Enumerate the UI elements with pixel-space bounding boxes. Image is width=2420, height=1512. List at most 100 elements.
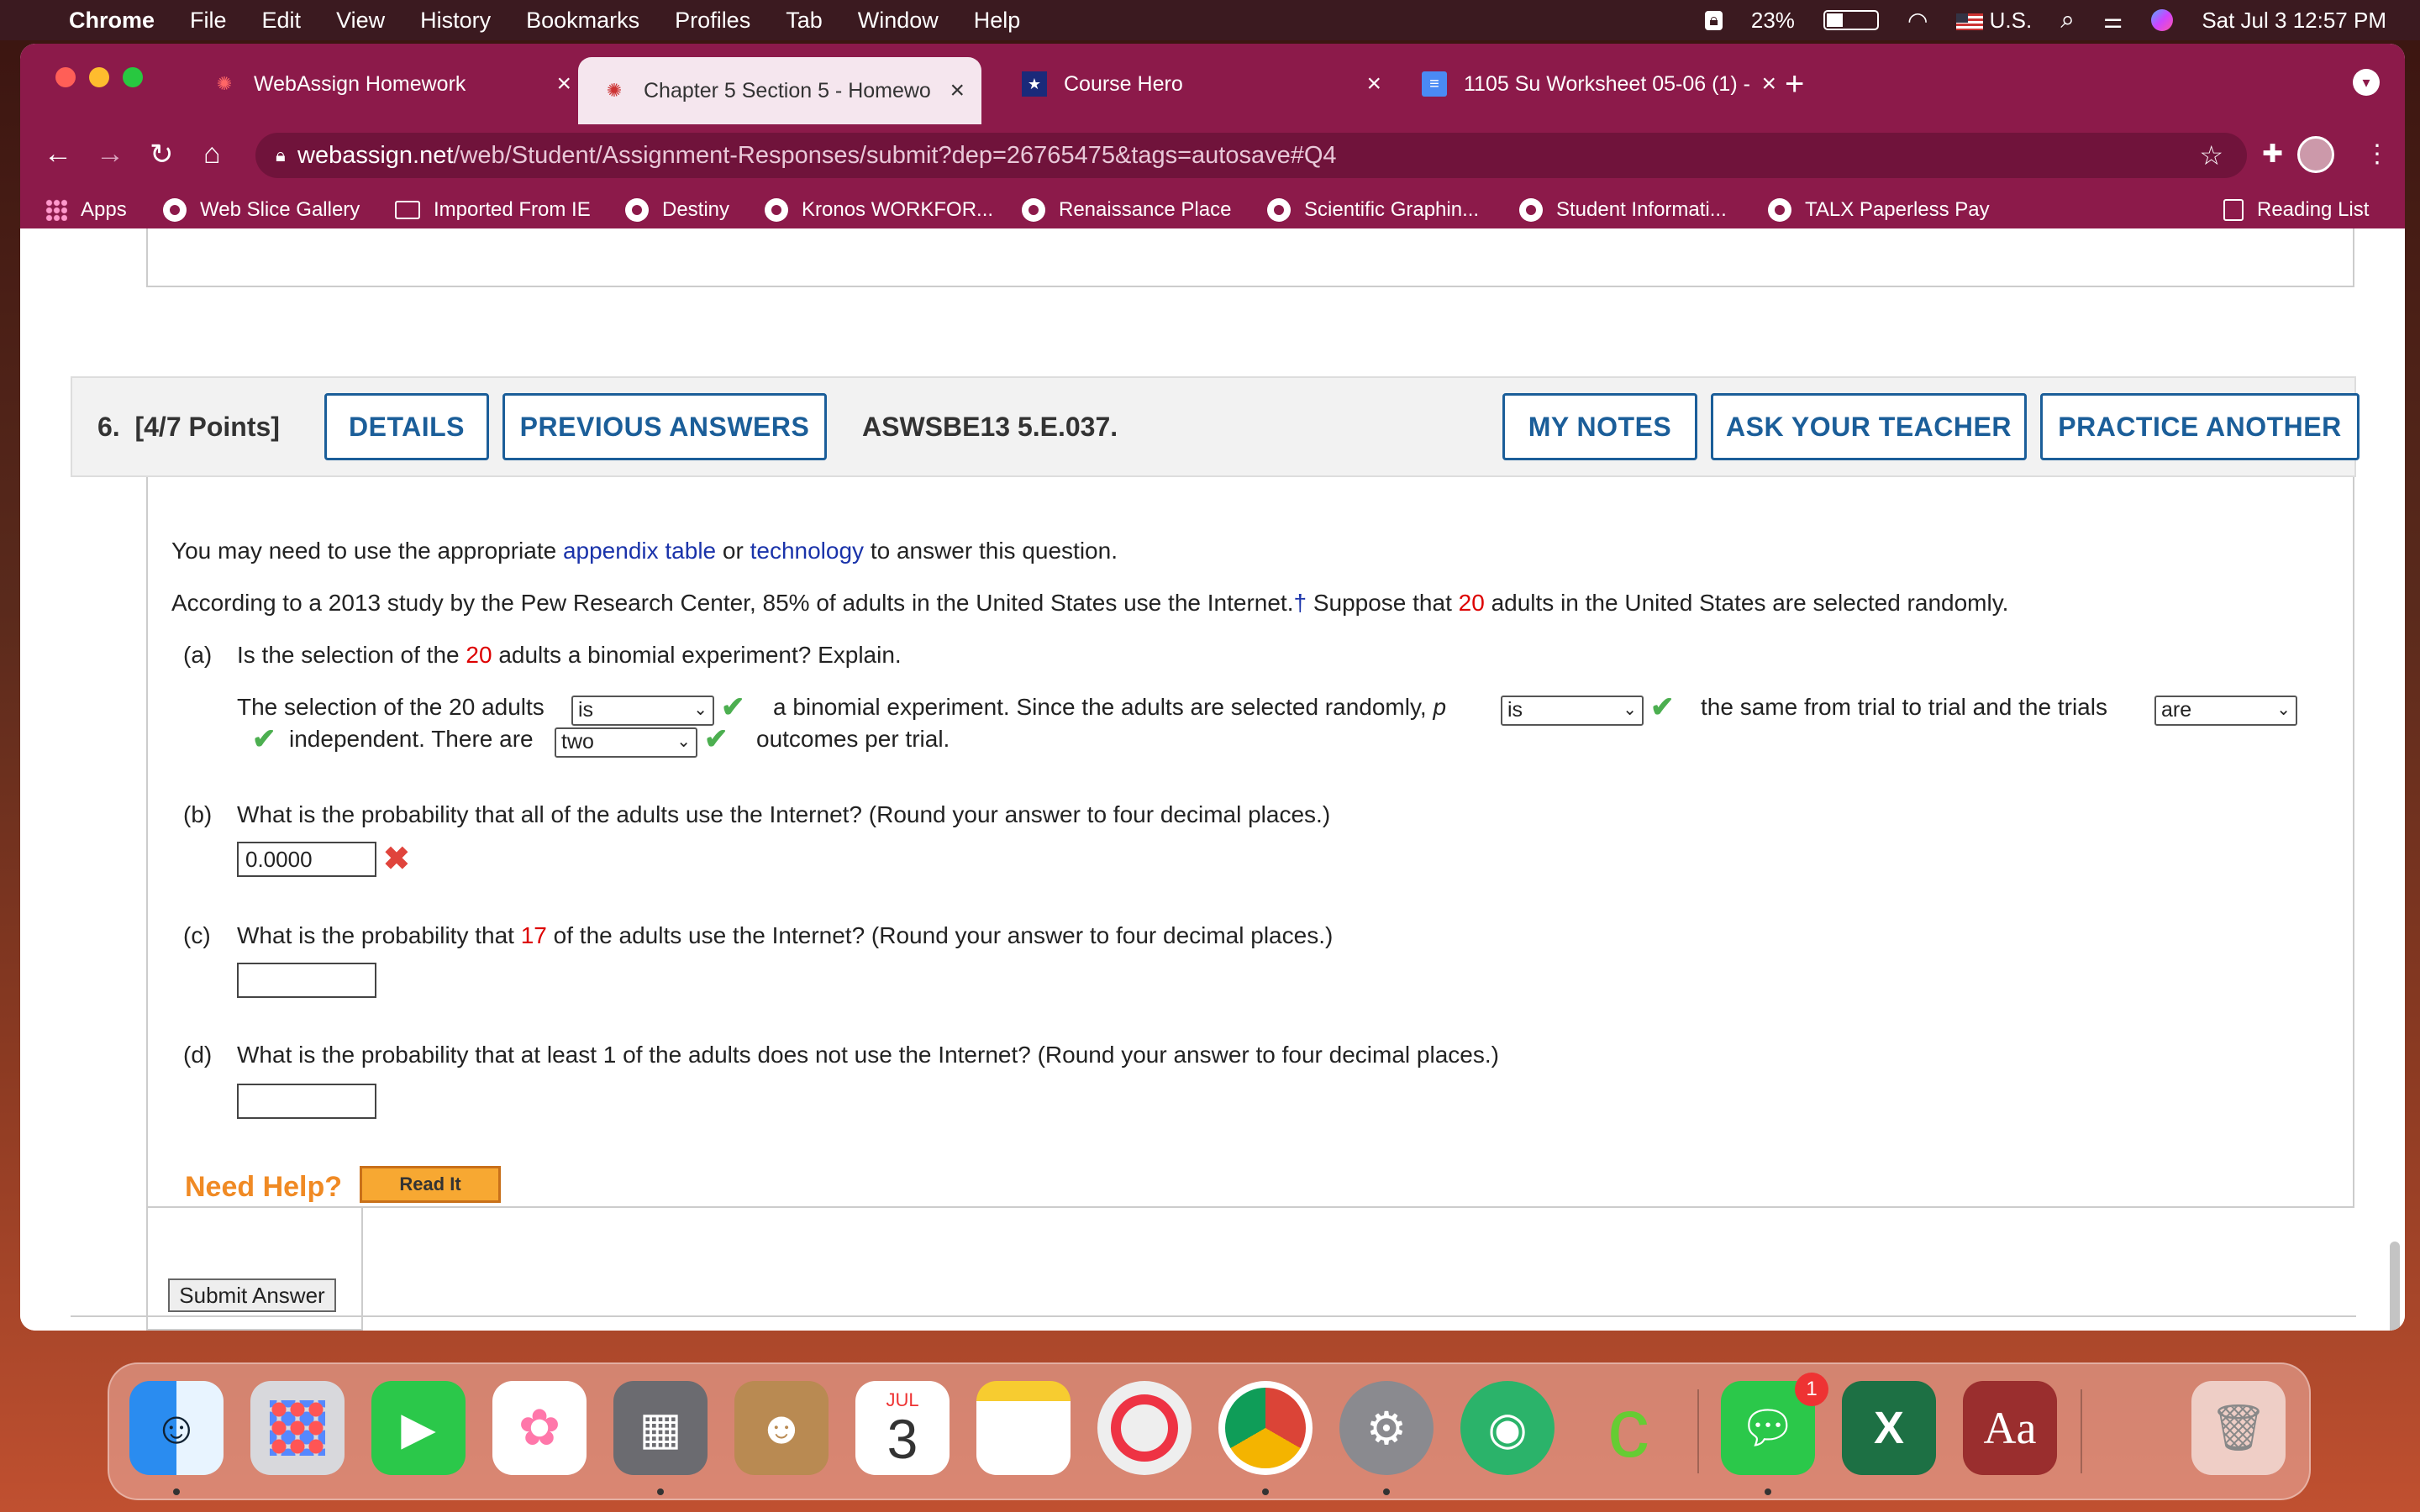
bookmark-kronos[interactable]: Kronos WORKFOR... — [765, 185, 993, 235]
bookmark-label: Destiny — [662, 198, 730, 221]
activity-ring-icon[interactable] — [1097, 1381, 1192, 1475]
menu-help[interactable]: Help — [974, 8, 1021, 34]
cricut-icon[interactable]: c — [1581, 1381, 1676, 1475]
tab-search-icon[interactable]: ▾ — [2353, 69, 2380, 96]
part-a-sentence-2: a binomial experiment. Since the adults … — [773, 694, 1446, 721]
my-notes-button[interactable]: MY NOTES — [1502, 393, 1697, 460]
menu-tab[interactable]: Tab — [786, 8, 823, 34]
outcomes-count-select[interactable]: two ⌄ — [555, 727, 697, 758]
notes-icon[interactable] — [976, 1381, 1071, 1475]
lock-icon[interactable]: 🔒︎ — [276, 144, 286, 166]
bookmark-renaissance-place[interactable]: Renaissance Place — [1022, 185, 1231, 235]
contacts-icon[interactable]: ☻ — [734, 1381, 829, 1475]
input-source[interactable]: U.S. — [1956, 8, 2032, 34]
system-preferences-icon[interactable]: ⚙ — [1339, 1381, 1434, 1475]
menu-history[interactable]: History — [420, 8, 491, 34]
chevron-down-icon: ⌄ — [676, 732, 691, 751]
bookmark-talx-paperless-pay[interactable]: TALX Paperless Pay — [1768, 185, 1990, 235]
spotlight-search-icon[interactable]: ⌕ — [2060, 6, 2075, 34]
ask-your-teacher-button[interactable]: ASK YOUR TEACHER — [1711, 393, 2027, 460]
close-tab-icon[interactable]: × — [1366, 70, 1381, 98]
chrome-app-icon[interactable] — [1218, 1381, 1313, 1475]
part-b-answer-input[interactable]: 0.0000 — [237, 842, 376, 877]
minimize-window-button[interactable] — [89, 67, 109, 87]
launchpad-icon[interactable] — [250, 1381, 345, 1475]
question-header: 6. [4/7 Points] DETAILS PREVIOUS ANSWERS… — [71, 376, 2360, 477]
address-bar[interactable]: 🔒︎ webassign.net/web/Student/Assignment-… — [255, 133, 2247, 178]
calculator-icon[interactable]: ▦ — [613, 1381, 708, 1475]
course-hero-favicon-icon: ★ — [1022, 71, 1047, 97]
part-c-answer-input[interactable] — [237, 963, 376, 998]
bookmark-destiny[interactable]: Destiny — [625, 185, 729, 235]
close-tab-icon[interactable]: × — [950, 76, 965, 105]
part-a-sentence-3: the same from trial to trial and the tri… — [1701, 694, 2107, 720]
menu-chrome[interactable]: Chrome — [69, 8, 155, 34]
part-d-answer-input[interactable] — [237, 1084, 376, 1119]
bookmark-scientific-graphing[interactable]: Scientific Graphin... — [1267, 185, 1479, 235]
facetime-icon[interactable]: ▶ — [371, 1381, 466, 1475]
extensions-puzzle-icon[interactable]: ✚ — [2262, 139, 2283, 169]
menu-view[interactable]: View — [336, 8, 385, 34]
control-center-icon[interactable]: ⚌ — [2103, 8, 2123, 34]
reload-icon[interactable]: ↻ — [150, 138, 174, 171]
photos-icon[interactable]: ✿ — [492, 1381, 587, 1475]
bookmark-apps[interactable]: Apps — [45, 185, 127, 235]
find-my-icon[interactable]: ◉ — [1460, 1381, 1555, 1475]
reading-list-button[interactable]: Reading List — [2223, 185, 2369, 235]
messages-badge: 1 — [1795, 1373, 1828, 1406]
practice-another-button[interactable]: PRACTICE ANOTHER — [2040, 393, 2360, 460]
select-value: is — [578, 698, 594, 722]
close-tab-icon[interactable]: × — [1761, 70, 1776, 98]
appendix-table-link[interactable]: appendix table — [563, 538, 716, 564]
menu-file[interactable]: File — [190, 8, 227, 34]
page-scrollbar[interactable] — [2390, 1242, 2400, 1331]
siri-icon[interactable] — [2151, 9, 2174, 31]
technology-link[interactable]: technology — [750, 538, 864, 564]
menu-profiles[interactable]: Profiles — [675, 8, 750, 34]
new-tab-button[interactable]: + — [1785, 66, 1804, 103]
url-path: /web/Student/Assignment-Responses/submit… — [453, 141, 1337, 169]
dictionary-icon[interactable]: Aa — [1963, 1381, 2057, 1475]
binomial-experiment-select[interactable]: is ⌄ — [571, 696, 714, 726]
trials-independent-select[interactable]: are ⌄ — [2154, 696, 2297, 726]
home-icon[interactable]: ⌂ — [203, 138, 221, 171]
bookmark-web-slice-gallery[interactable]: Web Slice Gallery — [163, 185, 360, 235]
submit-answer-button[interactable]: Submit Answer — [168, 1278, 336, 1312]
excel-icon[interactable]: X — [1842, 1381, 1936, 1475]
bookmark-star-icon[interactable]: ☆ — [2199, 139, 2223, 171]
maximize-window-button[interactable] — [123, 67, 143, 87]
chrome-menu-icon[interactable]: ⋮ — [2365, 139, 2390, 169]
details-button[interactable]: DETAILS — [324, 393, 489, 460]
menu-bookmarks[interactable]: Bookmarks — [526, 8, 639, 34]
intro-line: You may need to use the appropriate appe… — [171, 538, 1118, 564]
close-window-button[interactable] — [55, 67, 76, 87]
profile-avatar[interactable] — [2297, 136, 2334, 173]
calendar-icon[interactable]: JUL 3 — [855, 1381, 950, 1475]
menu-edit[interactable]: Edit — [262, 8, 302, 34]
tab-webassign-homework[interactable]: ✺ WebAssign Homework × — [188, 57, 588, 111]
footnote-link[interactable]: † — [1293, 590, 1307, 616]
menu-window[interactable]: Window — [858, 8, 939, 34]
bookmark-student-information[interactable]: Student Informati... — [1519, 185, 1727, 235]
macos-menu-bar: Chrome File Edit View History Bookmarks … — [0, 0, 2420, 40]
incorrect-x-icon: ✖ — [383, 842, 410, 877]
finder-icon[interactable]: ☺ — [129, 1381, 224, 1475]
previous-answers-button[interactable]: PREVIOUS ANSWERS — [502, 393, 827, 460]
p-constant-select[interactable]: is ⌄ — [1501, 696, 1644, 726]
tab-course-hero[interactable]: ★ Course Hero × — [998, 57, 1398, 111]
read-it-button[interactable]: Read It — [360, 1166, 501, 1203]
back-icon[interactable]: ← — [44, 138, 72, 171]
battery-icon[interactable] — [1823, 10, 1879, 30]
menubar-clock[interactable]: Sat Jul 3 12:57 PM — [2202, 8, 2386, 34]
bookmark-imported-from-ie[interactable]: Imported From IE — [395, 185, 591, 235]
running-indicator — [173, 1488, 180, 1495]
close-tab-icon[interactable]: × — [556, 70, 571, 98]
lock-status-icon[interactable]: 🔒︎ — [1705, 10, 1723, 30]
trash-icon[interactable]: 🗑︎ — [2191, 1381, 2286, 1475]
tab-chapter5-section5[interactable]: ✺ Chapter 5 Section 5 - Homewo × — [578, 57, 981, 124]
wifi-icon[interactable]: ◠ — [1907, 7, 1928, 34]
webassign-favicon-icon: ✺ — [606, 80, 623, 101]
forward-icon[interactable]: → — [96, 138, 124, 171]
tab-worksheet[interactable]: ≡ 1105 Su Worksheet 05-06 (1) - × — [1398, 57, 1793, 111]
part-b-question: What is the probability that all of the … — [237, 801, 1331, 827]
